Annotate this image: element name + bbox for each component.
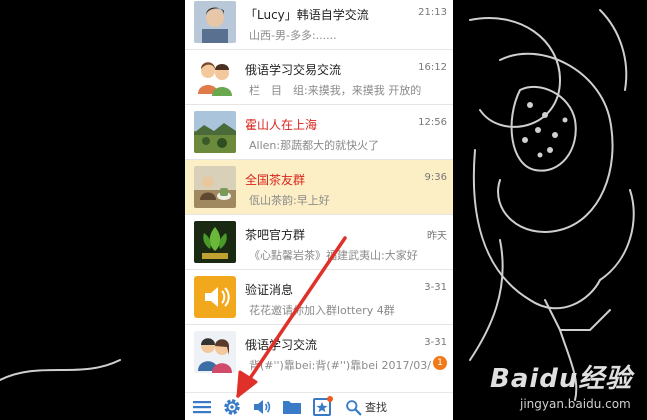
- conversation-list: 「Lucy」韩语自学交流 21:13 山西-男-多多:...... 俄语学习交易…: [185, 0, 453, 380]
- conversation-time: 21:13: [418, 7, 447, 18]
- find-label: 查找: [365, 401, 387, 414]
- conversation-preview: 背(#'')靠bei:背(#'')靠bei 2017/03/: [249, 359, 431, 372]
- settings-icon[interactable]: [222, 397, 242, 417]
- find-button[interactable]: 查找: [345, 397, 387, 417]
- conversation-item[interactable]: 俄语学习交易交流 16:12 栏 目 组:来摸我，来摸我 开放的: [185, 50, 453, 105]
- photo-person-icon: [194, 1, 236, 43]
- conversation-time: 3-31: [424, 282, 447, 293]
- tea-logo-icon: [194, 221, 236, 263]
- conversation-name: 「Lucy」韩语自学交流: [245, 8, 369, 22]
- conversation-preview: 山西-男-多多:......: [249, 29, 337, 42]
- folder-icon[interactable]: [282, 397, 302, 417]
- conversation-preview: 《心點馨岩茶》福建武夷山:大家好: [249, 249, 418, 262]
- conversation-item[interactable]: 「Lucy」韩语自学交流 21:13 山西-男-多多:......: [185, 0, 453, 50]
- conversation-item[interactable]: 茶吧官方群 昨天 《心點馨岩茶》福建武夷山:大家好: [185, 215, 453, 270]
- unread-badge: 1: [433, 356, 447, 370]
- conversation-preview: 佤山茶韵:早上好: [249, 194, 330, 207]
- conversation-name: 俄语学习交易交流: [245, 63, 342, 77]
- bottom-toolbar: 查找: [185, 392, 453, 420]
- conversation-name: 验证消息: [245, 283, 294, 297]
- speaker-icon: [194, 276, 236, 318]
- conversation-name: 全国茶友群: [245, 173, 306, 187]
- conversation-name: 俄语学习交流: [245, 338, 318, 352]
- chat-panel: 「Lucy」韩语自学交流 21:13 山西-男-多多:...... 俄语学习交易…: [185, 0, 453, 420]
- watermark-logo: Baidu经验: [490, 364, 633, 394]
- conversation-time: 昨天: [427, 231, 447, 242]
- notification-dot: [327, 396, 333, 402]
- conversation-time: 3-31: [424, 337, 447, 348]
- landscape-photo-icon: [194, 111, 236, 153]
- conversation-name: 霍山人在上海: [245, 118, 318, 132]
- watermark-url: jingyan.baidu.com: [520, 397, 631, 411]
- conversation-time: 16:12: [418, 62, 447, 73]
- conversation-item[interactable]: 俄语学习交流 3-31 背(#'')靠bei:背(#'')靠bei 2017/0…: [185, 325, 453, 380]
- conversation-item[interactable]: 验证消息 3-31 花花邀请你加入群lottery 4群: [185, 270, 453, 325]
- conversation-name: 茶吧官方群: [245, 228, 306, 242]
- menu-icon[interactable]: [192, 397, 212, 417]
- conversation-preview: 花花邀请你加入群lottery 4群: [249, 304, 395, 317]
- search-icon: [346, 399, 362, 415]
- speaker-icon[interactable]: [252, 397, 272, 417]
- group-people-icon: [194, 331, 236, 373]
- conversation-item-selected[interactable]: 全国茶友群 9:36 佤山茶韵:早上好: [185, 160, 453, 215]
- conversation-preview: 栏 目 组:来摸我，来摸我 开放的: [249, 84, 422, 97]
- conversation-time: 9:36: [424, 172, 447, 183]
- conversation-item[interactable]: 霍山人在上海 12:56 Allen:那蔬都大的就快火了: [185, 105, 453, 160]
- conversation-preview: Allen:那蔬都大的就快火了: [249, 139, 380, 152]
- conversation-time: 12:56: [418, 117, 447, 128]
- group-people-icon: [194, 56, 236, 98]
- tea-photo-icon: [194, 166, 236, 208]
